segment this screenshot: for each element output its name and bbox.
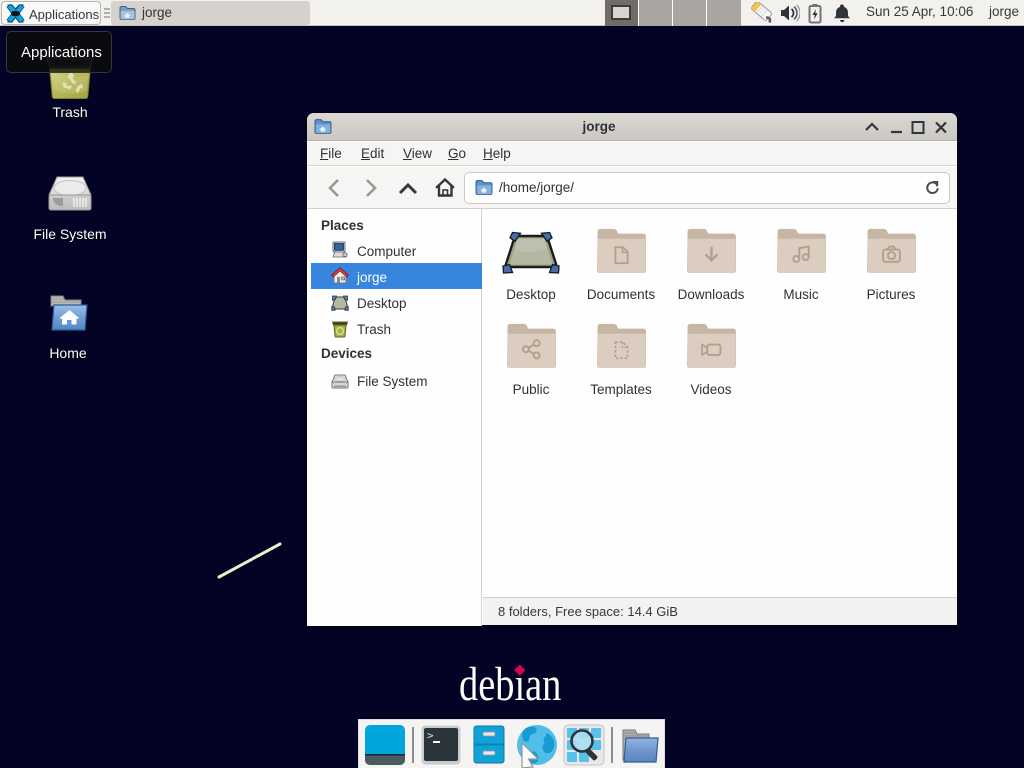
svg-text:>: > bbox=[427, 729, 434, 742]
svg-text:debıan: debıan bbox=[459, 658, 561, 707]
